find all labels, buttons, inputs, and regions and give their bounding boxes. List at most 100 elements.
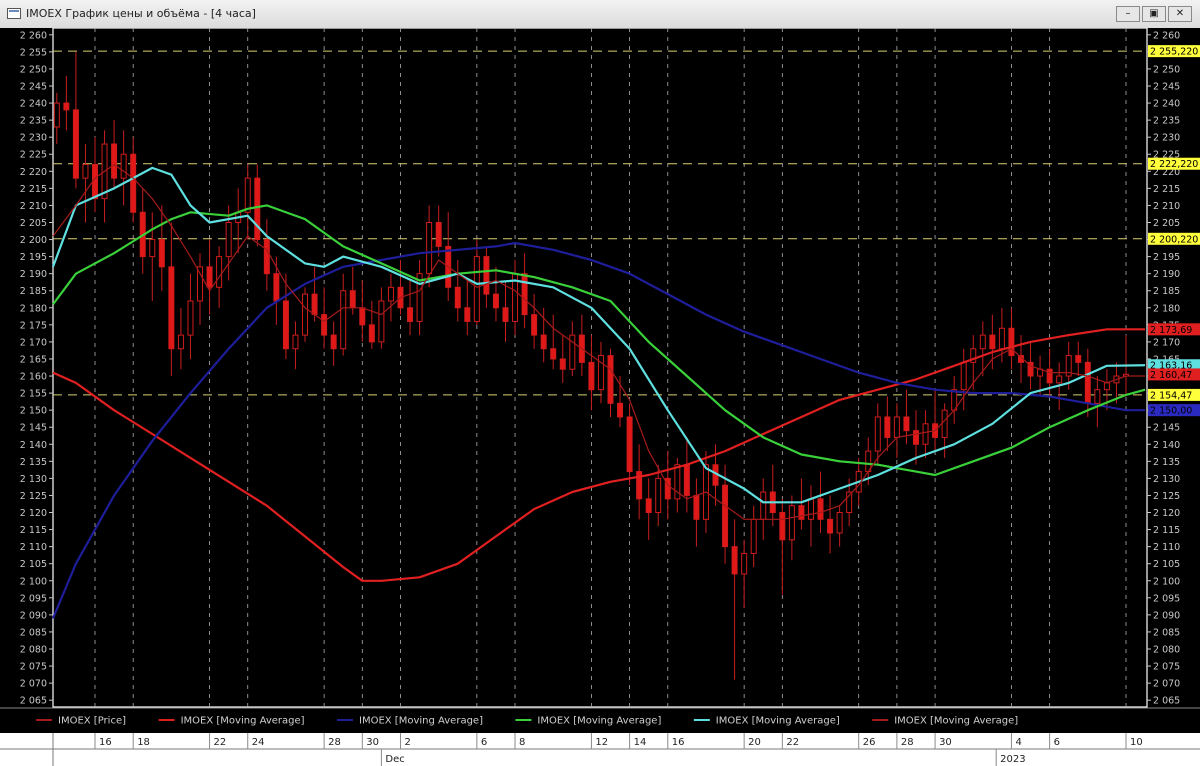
y-tick-label-left: 2 170 bbox=[20, 337, 47, 348]
candle-body bbox=[63, 102, 70, 111]
y-tick-label-left: 2 230 bbox=[20, 133, 47, 144]
candle-body bbox=[1094, 389, 1101, 404]
candle-body bbox=[960, 361, 967, 391]
y-tick-label-right: 2 170 bbox=[1153, 337, 1180, 348]
legend-label: IMOEX [Price] bbox=[58, 716, 126, 727]
y-tick-label-right: 2 180 bbox=[1153, 303, 1180, 314]
y-tick-label-left: 2 100 bbox=[20, 576, 47, 587]
y-tick-label-right: 2 110 bbox=[1153, 542, 1180, 553]
date-tick-label: 30 bbox=[939, 737, 952, 748]
candle-body bbox=[540, 334, 547, 350]
legend-label: IMOEX [Moving Average] bbox=[537, 716, 661, 727]
y-tick-label-right: 2 215 bbox=[1153, 184, 1180, 195]
date-tick-label: 28 bbox=[328, 737, 341, 748]
minimize-button[interactable]: – bbox=[1116, 6, 1140, 22]
candle-body bbox=[492, 293, 499, 309]
candle-body bbox=[387, 286, 394, 302]
candle-body bbox=[874, 416, 881, 452]
window-title: IMOEX График цены и объёма - [4 часа] bbox=[26, 7, 256, 20]
candle-body bbox=[53, 102, 60, 128]
price-tag-label: 2 222,220 bbox=[1150, 159, 1198, 170]
date-tick-label: 18 bbox=[137, 737, 150, 748]
candle-body bbox=[893, 416, 900, 438]
candle-body bbox=[731, 546, 738, 575]
candle-body bbox=[368, 324, 375, 343]
date-axis: 16 18 22 24 28 30 2 6 8 12 14 16 20 22 26 28 30 4 6 10Dec 20… bbox=[0, 733, 1200, 766]
candle-body bbox=[464, 307, 471, 322]
candle-body bbox=[111, 143, 118, 179]
month-label: 2023 bbox=[1000, 754, 1025, 765]
y-tick-label-left: 2 075 bbox=[20, 662, 47, 673]
candle-body bbox=[483, 256, 490, 295]
y-tick-label-right: 2 090 bbox=[1153, 610, 1180, 621]
date-tick-label: 2 bbox=[404, 737, 410, 748]
y-tick-label-left: 2 210 bbox=[20, 201, 47, 212]
y-tick-label-left: 2 085 bbox=[20, 627, 47, 638]
y-tick-label-left: 2 190 bbox=[20, 269, 47, 280]
y-tick-label-left: 2 160 bbox=[20, 372, 47, 383]
date-tick-label: 12 bbox=[595, 737, 608, 748]
y-tick-label-left: 2 205 bbox=[20, 218, 47, 229]
candle-body bbox=[330, 334, 337, 350]
candle-body bbox=[378, 300, 385, 343]
candle-body bbox=[349, 290, 356, 309]
candle-body bbox=[359, 307, 366, 326]
candle-body bbox=[120, 153, 127, 179]
y-tick-label-right: 2 070 bbox=[1153, 679, 1180, 690]
candle-body bbox=[741, 552, 748, 575]
y-tick-label-left: 2 220 bbox=[20, 167, 47, 178]
candle-body bbox=[130, 153, 137, 213]
date-tick-label: 22 bbox=[786, 737, 799, 748]
window-titlebar: IMOEX График цены и объёма - [4 часа] – … bbox=[0, 0, 1200, 29]
y-tick-label-left: 2 065 bbox=[20, 696, 47, 707]
month-label: Dec bbox=[385, 754, 404, 765]
candle-body bbox=[903, 416, 910, 432]
y-tick-label-left: 2 200 bbox=[20, 235, 47, 246]
y-tick-label-right: 2 250 bbox=[1153, 64, 1180, 75]
y-tick-label-left: 2 180 bbox=[20, 303, 47, 314]
candle-body bbox=[502, 307, 509, 322]
candle-body bbox=[722, 484, 729, 548]
candle-body bbox=[1075, 355, 1082, 363]
moving-average-lines bbox=[51, 163, 1146, 619]
candle-body bbox=[1084, 361, 1091, 404]
chart-area[interactable]: 2 2602 2602 2552 2552 2502 2502 2452 245… bbox=[0, 28, 1200, 766]
candle-body bbox=[1008, 327, 1015, 357]
maximize-button[interactable]: ▣ bbox=[1142, 6, 1166, 22]
y-tick-label-left: 2 095 bbox=[20, 593, 47, 604]
y-tick-label-right: 2 195 bbox=[1153, 252, 1180, 263]
y-tick-label-left: 2 225 bbox=[20, 150, 47, 161]
candle-body bbox=[807, 498, 814, 520]
y-tick-label-left: 2 130 bbox=[20, 474, 47, 485]
candle-body bbox=[550, 348, 557, 360]
y-tick-label-right: 2 190 bbox=[1153, 269, 1180, 280]
date-tick-label: 6 bbox=[481, 737, 487, 748]
candle-body bbox=[626, 416, 633, 473]
candle-body bbox=[1046, 368, 1053, 384]
candle-body bbox=[750, 518, 757, 554]
candle-body bbox=[884, 416, 891, 438]
candle-body bbox=[1056, 375, 1063, 384]
y-tick-label-left: 2 250 bbox=[20, 64, 47, 75]
candle-body bbox=[82, 163, 89, 179]
candle-body bbox=[912, 430, 919, 445]
y-tick-label-right: 2 260 bbox=[1153, 30, 1180, 41]
candle-body bbox=[168, 266, 175, 350]
candle-body bbox=[302, 293, 309, 336]
candle-body bbox=[941, 409, 948, 438]
close-button[interactable]: ✕ bbox=[1168, 6, 1192, 22]
y-tick-label-right: 2 135 bbox=[1153, 457, 1180, 468]
y-tick-label-left: 2 155 bbox=[20, 389, 47, 400]
candle-body bbox=[216, 256, 223, 288]
candle-body bbox=[454, 286, 461, 309]
price-tag-label: 2 200,220 bbox=[1150, 234, 1198, 245]
candle-body bbox=[798, 505, 805, 520]
y-tick-label-right: 2 145 bbox=[1153, 423, 1180, 434]
candle-body bbox=[827, 518, 834, 534]
date-tick-label: 10 bbox=[1130, 737, 1143, 748]
y-tick-label-left: 2 120 bbox=[20, 508, 47, 519]
y-tick-label-right: 2 210 bbox=[1153, 201, 1180, 212]
y-tick-label-right: 2 085 bbox=[1153, 627, 1180, 638]
candle-body bbox=[254, 177, 261, 241]
candle-body bbox=[158, 239, 165, 268]
